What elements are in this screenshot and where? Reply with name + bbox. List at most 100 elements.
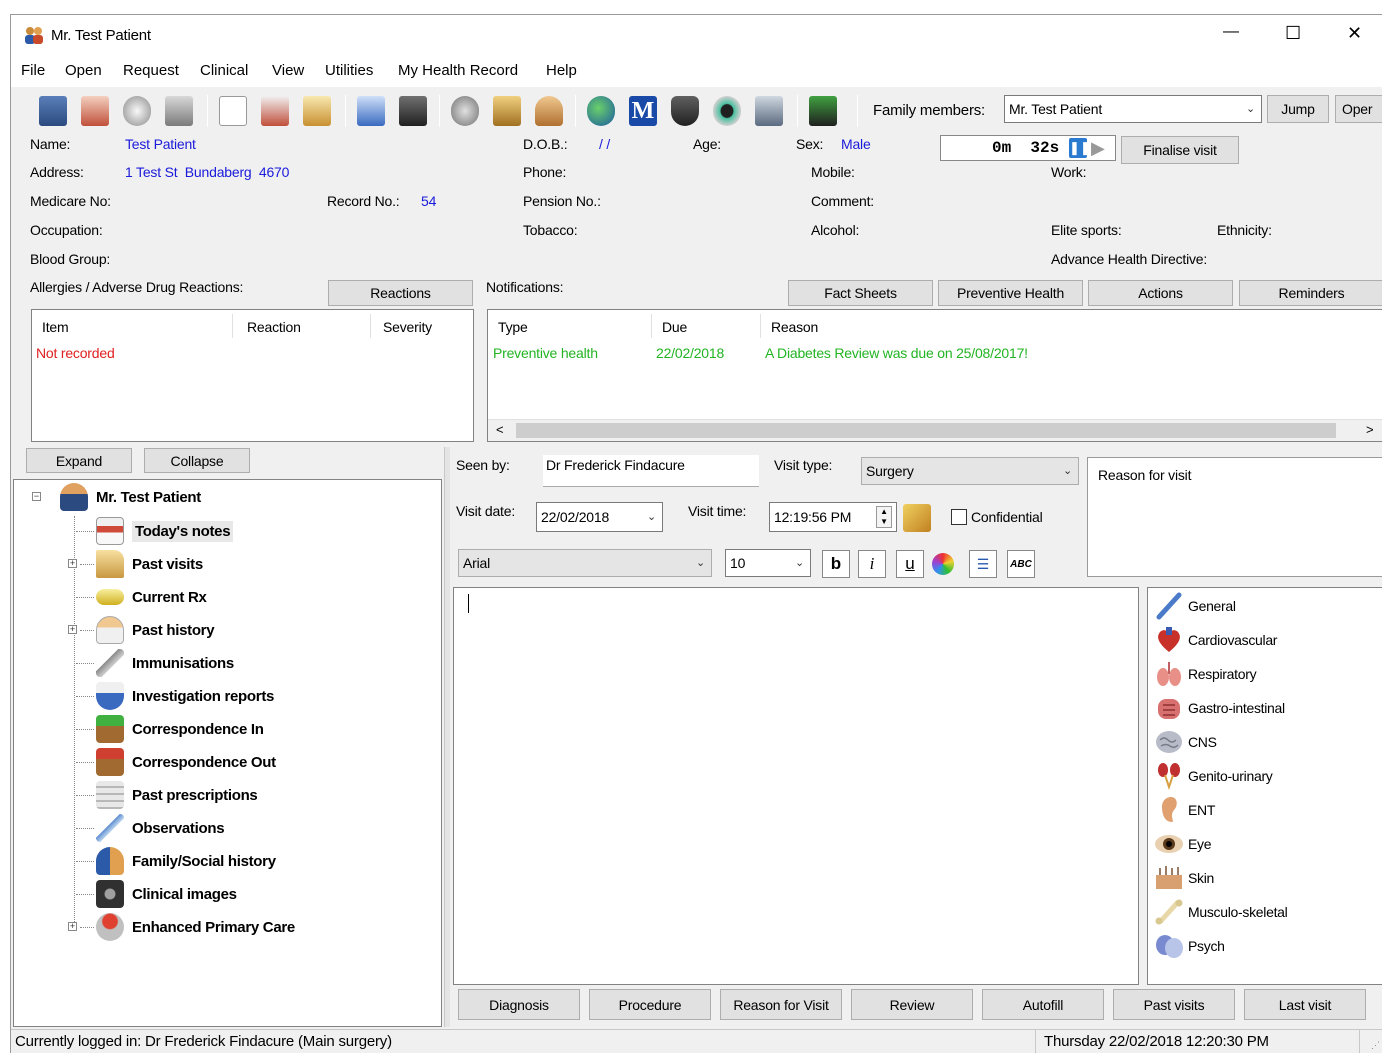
notes-editor[interactable] xyxy=(453,587,1139,985)
pill-bottle-icon[interactable] xyxy=(303,96,331,126)
finalise-visit-button[interactable]: Finalise visit xyxy=(1121,136,1239,164)
scales-icon[interactable] xyxy=(493,96,521,126)
jump-button[interactable]: Jump xyxy=(1267,95,1329,123)
allergies-list[interactable]: Item Reaction Severity Not recorded xyxy=(31,309,474,442)
scroll-left-icon[interactable]: < xyxy=(496,422,504,437)
tree-item-correspondence-out[interactable]: Correspondence Out xyxy=(96,747,276,777)
tree-expand-toggle[interactable]: + xyxy=(68,625,77,634)
system-genito-urinary[interactable]: Genito-urinary xyxy=(1154,760,1273,792)
clock-icon[interactable] xyxy=(123,96,151,126)
seen-by-field[interactable]: Dr Frederick Findacure xyxy=(543,455,759,487)
tree-root-patient[interactable]: Mr. Test Patient xyxy=(60,482,201,512)
globe-icon[interactable] xyxy=(587,96,615,126)
close-button[interactable]: ✕ xyxy=(1347,23,1362,44)
diagnosis-button[interactable]: Diagnosis xyxy=(458,989,580,1020)
system-eye[interactable]: Eye xyxy=(1154,828,1212,860)
underline-button[interactable]: u xyxy=(896,550,924,578)
visit-type-select[interactable]: Surgery ⌄ xyxy=(861,457,1079,485)
tree-item-immunisations[interactable]: Immunisations xyxy=(96,648,234,678)
new-document-icon[interactable] xyxy=(219,96,247,126)
fact-sheets-button[interactable]: Fact Sheets xyxy=(788,280,933,306)
confidential-checkbox[interactable] xyxy=(951,509,967,525)
system-musculo-skeletal[interactable]: Musculo-skeletal xyxy=(1154,896,1288,928)
prescription-icon[interactable] xyxy=(261,96,289,126)
menu-view[interactable]: View xyxy=(272,62,304,79)
scroll-right-icon[interactable]: > xyxy=(1366,422,1374,437)
resize-grip-icon[interactable]: ⋰ xyxy=(1371,1040,1380,1051)
system-respiratory[interactable]: Respiratory xyxy=(1154,658,1257,690)
tree-expand-toggle[interactable]: + xyxy=(68,559,77,568)
reactions-button[interactable]: Reactions xyxy=(328,280,473,306)
bold-button[interactable]: b xyxy=(822,550,850,578)
procedure-button[interactable]: Procedure xyxy=(589,989,711,1020)
allergies-column-reaction[interactable]: Reaction xyxy=(247,319,301,335)
menu-open[interactable]: Open xyxy=(65,62,102,79)
system-psych[interactable]: Psych xyxy=(1154,930,1225,962)
tree-item-observations[interactable]: Observations xyxy=(96,813,225,843)
menu-file[interactable]: File xyxy=(21,62,45,79)
doctor-icon[interactable] xyxy=(535,96,563,126)
autofill-button[interactable]: Autofill xyxy=(982,989,1104,1020)
italic-button[interactable]: i xyxy=(858,550,886,578)
preventive-health-button[interactable]: Preventive Health xyxy=(938,280,1083,306)
reason-for-visit-button[interactable]: Reason for Visit xyxy=(720,989,842,1020)
visit-date-picker[interactable]: 22/02/2018 ⌄ xyxy=(536,502,663,532)
mims-icon[interactable]: M xyxy=(629,96,657,126)
bullet-list-icon[interactable]: ☰ xyxy=(969,550,997,578)
flask-icon[interactable] xyxy=(357,96,385,126)
pause-icon[interactable]: ❚❚ xyxy=(1069,138,1091,158)
tree-expand-toggle[interactable]: + xyxy=(68,922,77,931)
reason-for-visit-box[interactable]: Reason for visit xyxy=(1087,457,1382,577)
tree-item-past-history[interactable]: Past history xyxy=(96,615,215,645)
open-button[interactable]: Oper xyxy=(1335,95,1382,123)
past-visits-button[interactable]: Past visits xyxy=(1113,989,1235,1020)
play-icon[interactable]: ▶ xyxy=(1091,138,1105,158)
stethoscope-icon[interactable] xyxy=(451,96,479,126)
tree-item-correspondence-in[interactable]: Correspondence In xyxy=(96,714,264,744)
body-systems-list[interactable]: General Cardiovascular Respiratory Gastr… xyxy=(1147,587,1382,985)
graduate-icon[interactable] xyxy=(671,96,699,126)
tree-item-enhanced-primary-care[interactable]: Enhanced Primary Care xyxy=(96,912,295,942)
menu-my-health-record[interactable]: My Health Record xyxy=(398,62,518,79)
minimize-button[interactable]: — xyxy=(1223,23,1239,41)
menu-help[interactable]: Help xyxy=(546,62,577,79)
reminders-button[interactable]: Reminders xyxy=(1239,280,1382,306)
maximize-button[interactable]: ☐ xyxy=(1285,23,1301,44)
menu-clinical[interactable]: Clinical xyxy=(200,62,248,79)
font-size-select[interactable]: 10 ⌄ xyxy=(725,549,811,577)
tree-item-todays-notes[interactable]: Today's notes xyxy=(96,516,234,546)
tree-item-family-social-history[interactable]: Family/Social history xyxy=(96,846,276,876)
xray-icon[interactable] xyxy=(399,96,427,126)
eye-scan-icon[interactable] xyxy=(713,96,741,126)
family-members-select[interactable]: Mr. Test Patient ⌄ xyxy=(1004,95,1262,123)
spell-check-button[interactable]: ABC xyxy=(1007,550,1035,578)
system-cardiovascular[interactable]: Cardiovascular xyxy=(1154,624,1277,656)
panel-splitter[interactable] xyxy=(444,447,450,1027)
tree-item-past-prescriptions[interactable]: Past prescriptions xyxy=(96,780,258,810)
menu-request[interactable]: Request xyxy=(123,62,179,79)
calculator-icon[interactable] xyxy=(755,96,783,126)
allergies-column-severity[interactable]: Severity xyxy=(383,319,432,335)
time-spinner-icon[interactable]: ▲ ▼ xyxy=(876,506,892,528)
stamp-icon[interactable] xyxy=(903,504,931,532)
notifications-column-due[interactable]: Due xyxy=(662,319,687,335)
expand-button[interactable]: Expand xyxy=(26,448,132,473)
calendar-icon[interactable] xyxy=(81,96,109,126)
horizontal-scrollbar[interactable]: < > xyxy=(488,419,1382,441)
system-skin[interactable]: Skin xyxy=(1154,862,1214,894)
menu-utilities[interactable]: Utilities xyxy=(325,62,373,79)
records-icon[interactable] xyxy=(165,96,193,126)
tree-collapse-toggle[interactable]: − xyxy=(32,492,41,501)
tree-item-investigation-reports[interactable]: Investigation reports xyxy=(96,681,274,711)
tree-item-current-rx[interactable]: Current Rx xyxy=(96,582,207,612)
review-button[interactable]: Review xyxy=(851,989,973,1020)
notifications-list[interactable]: Type Due Reason Preventive health 22/02/… xyxy=(487,309,1382,442)
scrollbar-thumb[interactable] xyxy=(516,423,1336,438)
patient-file-icon[interactable] xyxy=(39,96,67,126)
system-gastro-intestinal[interactable]: Gastro-intestinal xyxy=(1154,692,1285,724)
actions-button[interactable]: Actions xyxy=(1088,280,1233,306)
color-picker-icon[interactable] xyxy=(932,553,954,575)
system-general[interactable]: General xyxy=(1154,590,1236,622)
visit-time-picker[interactable]: 12:19:56 PM ▲ ▼ xyxy=(769,502,897,532)
tree-item-clinical-images[interactable]: Clinical images xyxy=(96,879,237,909)
